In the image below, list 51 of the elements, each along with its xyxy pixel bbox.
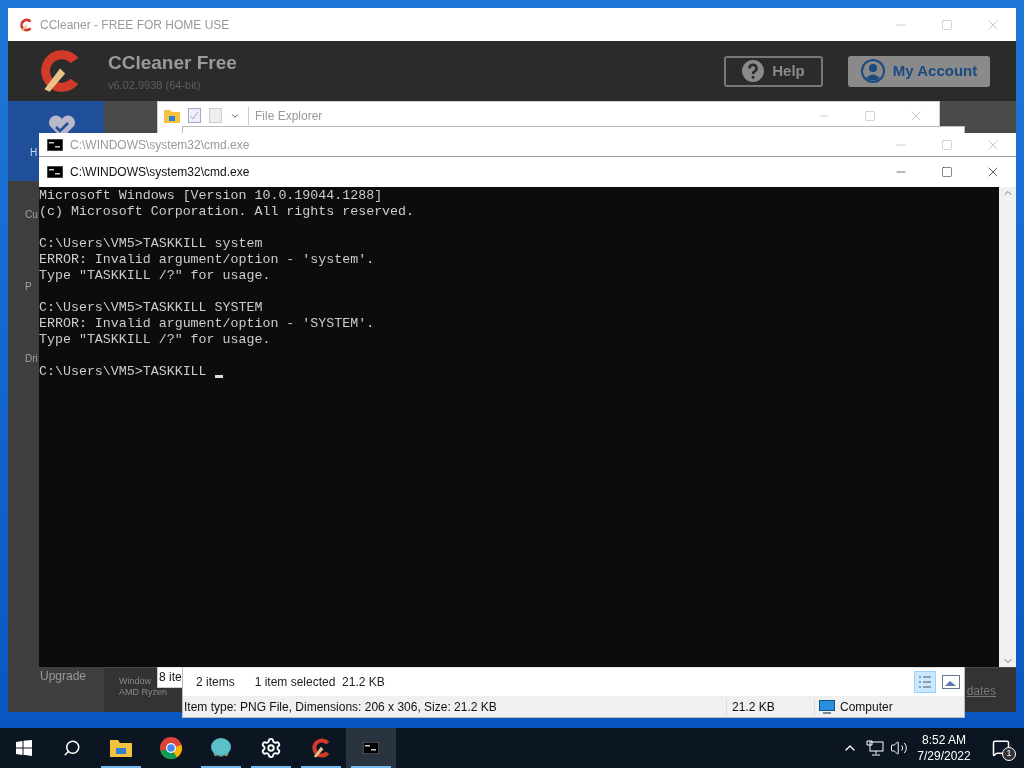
console-icon — [363, 742, 379, 754]
user-icon — [860, 59, 885, 83]
updates-link[interactable]: dates — [966, 682, 996, 700]
upgrade-link[interactable]: Upgrade — [40, 667, 104, 685]
details-text: Item type: PNG File, Dimensions: 206 x 306, Size: 21.2 KB — [183, 698, 498, 716]
console-line: C:\Users\VM5>TASKKILL system — [39, 236, 263, 252]
help-button[interactable]: Help — [724, 55, 823, 87]
taskbar-button[interactable] — [346, 728, 396, 768]
console-line: Microsoft Windows [Version 10.0.19044.1288] — [39, 188, 383, 204]
app-name: CCleaner Free — [108, 50, 237, 75]
notification-icon[interactable] — [992, 739, 1010, 757]
folder-icon — [164, 108, 180, 123]
window-title: CCleaner - FREE FOR HOME USE — [40, 16, 230, 34]
settings-icon — [260, 737, 282, 759]
item-count: 2 items — [196, 674, 235, 691]
selection-status: 1 item selected 21.2 KB — [254, 674, 385, 691]
windows-logo-icon[interactable] — [16, 740, 32, 756]
clock-time[interactable]: 8:52 AM — [922, 732, 966, 748]
console-line: C:\Users\VM5>TASKKILL SYSTEM — [39, 300, 263, 316]
console-line: (c) Microsoft Corporation. All rights reserved. — [39, 204, 415, 220]
system-info-text: AMD Ryzen — [119, 687, 167, 698]
search-icon[interactable] — [63, 739, 81, 757]
location-text: Computer — [840, 698, 893, 716]
account-button[interactable]: My Account — [848, 55, 990, 87]
status-text: 8 ite — [159, 669, 182, 686]
console-line: C:\Users\VM5>TASKKILL — [39, 364, 208, 380]
console-line: ERROR: Invalid argument/option - 'system'. — [39, 252, 375, 268]
console-line: Type "TASKKILL /?" for usage. — [39, 268, 271, 284]
window-title: File Explorer — [248, 106, 323, 125]
thumbnail-view-icon[interactable] — [942, 675, 960, 689]
help-icon — [742, 60, 765, 82]
console-line: Type "TASKKILL /?" for usage. — [39, 332, 271, 348]
details-view-icon[interactable] — [914, 671, 936, 693]
scrollbar[interactable] — [999, 187, 1016, 667]
console-icon — [47, 138, 63, 151]
volume-icon[interactable] — [890, 739, 908, 757]
ccleaner-logo-icon — [18, 16, 34, 33]
browser-icon — [159, 736, 183, 760]
sidebar-item[interactable]: Cu — [25, 209, 38, 220]
properties-icon[interactable] — [188, 108, 201, 123]
sidebar-item[interactable]: Dri — [25, 353, 38, 364]
console-icon — [47, 166, 63, 178]
console-line: ERROR: Invalid argument/option - 'SYSTEM'. — [39, 316, 375, 332]
notification-badge: 1 — [1002, 747, 1016, 761]
clock-date[interactable]: 7/29/2022 — [917, 748, 971, 764]
computer-icon — [819, 699, 835, 714]
system-info-text: Window — [119, 676, 151, 687]
sidebar-item[interactable]: P — [25, 281, 32, 292]
folder-icon — [109, 738, 133, 758]
network-icon[interactable] — [866, 740, 884, 756]
file-size: 21.2 KB — [726, 697, 814, 716]
